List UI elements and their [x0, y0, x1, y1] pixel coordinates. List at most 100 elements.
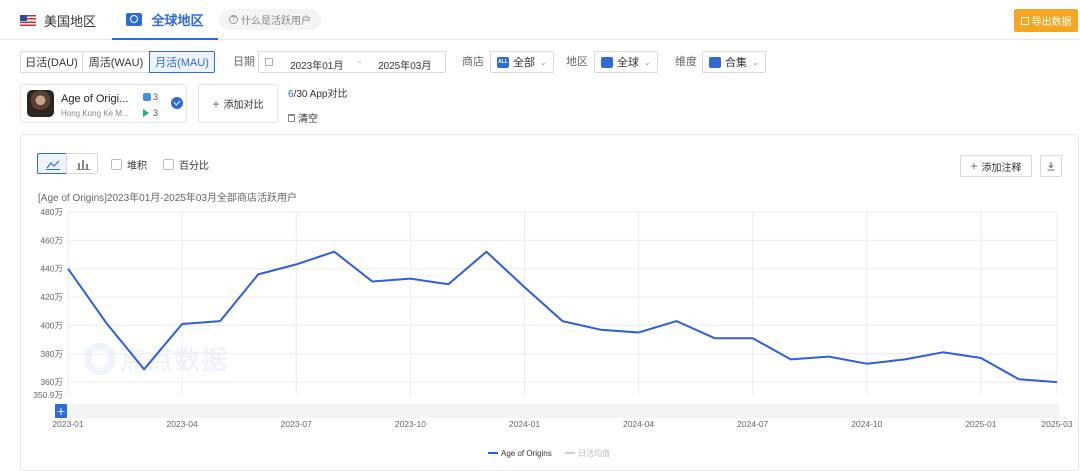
- clear-button[interactable]: 清空: [288, 110, 318, 125]
- line-chart-icon: [46, 160, 60, 170]
- metric-tab-wau[interactable]: 周活(WAU): [82, 51, 150, 73]
- trash-icon: [288, 113, 295, 122]
- legend-label: Age of Origins: [501, 448, 552, 458]
- x-tick-label: 2024-10: [851, 419, 882, 429]
- metric-tab-dau-label: 日活(DAU): [25, 57, 78, 69]
- add-annotation-label: 添加注释: [981, 162, 1022, 174]
- us-flag-icon: [20, 14, 36, 26]
- x-tick-label: 2025-03: [1041, 419, 1072, 429]
- help-active-users-link[interactable]: ? 什么是活跃用户: [219, 9, 321, 30]
- y-tick-label: 380万: [40, 349, 63, 359]
- app-developer: Hong Kong Ke M...: [61, 109, 129, 118]
- y-tick-label: 360万: [40, 377, 63, 387]
- legend-label: 日活均值: [578, 448, 610, 458]
- y-tick-label: 400万: [40, 320, 63, 330]
- metric-tab-mau[interactable]: 月活(MAU): [149, 51, 215, 73]
- legend-swatch: [565, 452, 575, 454]
- add-compare-label: 添加对比: [223, 100, 264, 111]
- line-chart-toggle[interactable]: [37, 153, 67, 174]
- google-play-icon: [143, 109, 149, 117]
- region-value: 全球: [617, 57, 639, 69]
- legend-item-series[interactable]: Age of Origins: [488, 446, 552, 460]
- dimension-select[interactable]: 合集 ⌄: [702, 51, 766, 73]
- tab-region-global[interactable]: 全球地区: [112, 0, 218, 40]
- x-tick-label: 2024-04: [623, 419, 654, 429]
- y-tick-label: 460万: [40, 235, 63, 245]
- clear-label: 清空: [298, 114, 318, 125]
- y-tick-label: 440万: [40, 264, 63, 274]
- x-tick-label: 2025-01: [965, 419, 996, 429]
- chevron-down-icon: ⌄: [644, 57, 651, 67]
- all-stores-icon: ALL: [497, 56, 509, 68]
- store-value: 全部: [513, 57, 535, 69]
- gp-store-count: 3: [143, 108, 158, 118]
- y-tick-label: 420万: [40, 292, 63, 302]
- tab-region-us[interactable]: 美国地区: [20, 0, 96, 40]
- x-tick-label: 2023-10: [395, 419, 426, 429]
- x-tick-label: 2024-07: [737, 419, 768, 429]
- globe-icon: [601, 56, 613, 68]
- x-tick-label: 2024-01: [509, 419, 540, 429]
- y-tick-label: 350.9万: [33, 390, 63, 400]
- date-end: 2025年03月: [378, 61, 432, 72]
- stack-checkbox-box: [111, 159, 122, 170]
- app-icon: [27, 90, 54, 117]
- metric-tab-wau-label: 周活(WAU): [88, 57, 144, 69]
- bar-chart-toggle[interactable]: [66, 153, 98, 174]
- export-icon: [1020, 16, 1029, 25]
- series-line-age-of-origins: [67, 250, 1058, 384]
- x-tick-label: 2023-04: [167, 419, 198, 429]
- compare-count: 6/30 App对比: [288, 85, 347, 100]
- date-range-picker[interactable]: 2023年01月 - 2025年03月: [258, 51, 446, 73]
- store-label: 商店: [462, 56, 484, 68]
- stack-label: 堆积: [127, 161, 147, 172]
- store-select[interactable]: ALL 全部 ⌄: [490, 51, 554, 73]
- dimension-value: 合集: [725, 57, 747, 69]
- selected-check-icon[interactable]: [171, 97, 183, 109]
- legend-swatch: [488, 452, 498, 454]
- calendar-icon: [265, 58, 273, 66]
- ios-store-count: 3: [143, 92, 158, 102]
- export-label: 导出数据: [1031, 17, 1072, 28]
- metric-tab-mau-label: 月活(MAU): [155, 57, 209, 69]
- range-slider-plus-icon: +: [56, 405, 65, 418]
- globe-icon: [126, 12, 143, 26]
- tab-region-us-label: 美国地区: [44, 13, 97, 29]
- y-tick-label: 480万: [40, 207, 63, 217]
- download-icon: [1047, 162, 1055, 171]
- date-start: 2023年01月: [290, 61, 344, 72]
- plus-icon: +: [970, 159, 978, 173]
- metric-tab-dau[interactable]: 日活(DAU): [20, 51, 83, 73]
- tab-region-global-label: 全球地区: [151, 12, 204, 28]
- percent-checkbox[interactable]: 百分比: [163, 157, 209, 172]
- app-card[interactable]: Age of Origi... Hong Kong Ke M... 3 3: [20, 84, 187, 123]
- add-annotation-button[interactable]: + 添加注释: [960, 155, 1032, 177]
- bar-chart-icon: [77, 160, 90, 170]
- download-button[interactable]: [1040, 155, 1062, 177]
- help-label: 什么是活跃用户: [241, 16, 311, 27]
- app-store-icon: [143, 93, 151, 101]
- date-separator: -: [358, 57, 362, 68]
- plus-icon: +: [212, 96, 220, 111]
- region-select[interactable]: 全球 ⌄: [594, 51, 658, 73]
- legend-item-average[interactable]: 日活均值: [565, 446, 610, 460]
- percent-label: 百分比: [179, 161, 209, 172]
- region-header: 美国地区 全球地区 ? 什么是活跃用户 导出数据: [0, 0, 1080, 40]
- gp-count: 3: [153, 108, 159, 118]
- dimension-label: 维度: [675, 56, 697, 68]
- add-compare-button[interactable]: + 添加对比: [198, 84, 278, 123]
- app-name: Age of Origi...: [61, 93, 129, 105]
- ios-count: 3: [153, 92, 159, 102]
- export-data-button[interactable]: 导出数据: [1014, 9, 1078, 32]
- layers-icon: [709, 56, 721, 68]
- region-label: 地区: [566, 56, 588, 68]
- question-icon: ?: [229, 15, 238, 24]
- date-label: 日期: [233, 56, 255, 68]
- x-tick-label: 2023-07: [281, 419, 312, 429]
- compare-total: /30 App对比: [293, 89, 348, 100]
- x-tick-label: 2023-01: [52, 419, 83, 429]
- chevron-down-icon: ⌄: [540, 57, 547, 67]
- range-slider-track: [55, 404, 1059, 418]
- stack-checkbox[interactable]: 堆积: [111, 157, 147, 172]
- chevron-down-icon: ⌄: [752, 57, 759, 67]
